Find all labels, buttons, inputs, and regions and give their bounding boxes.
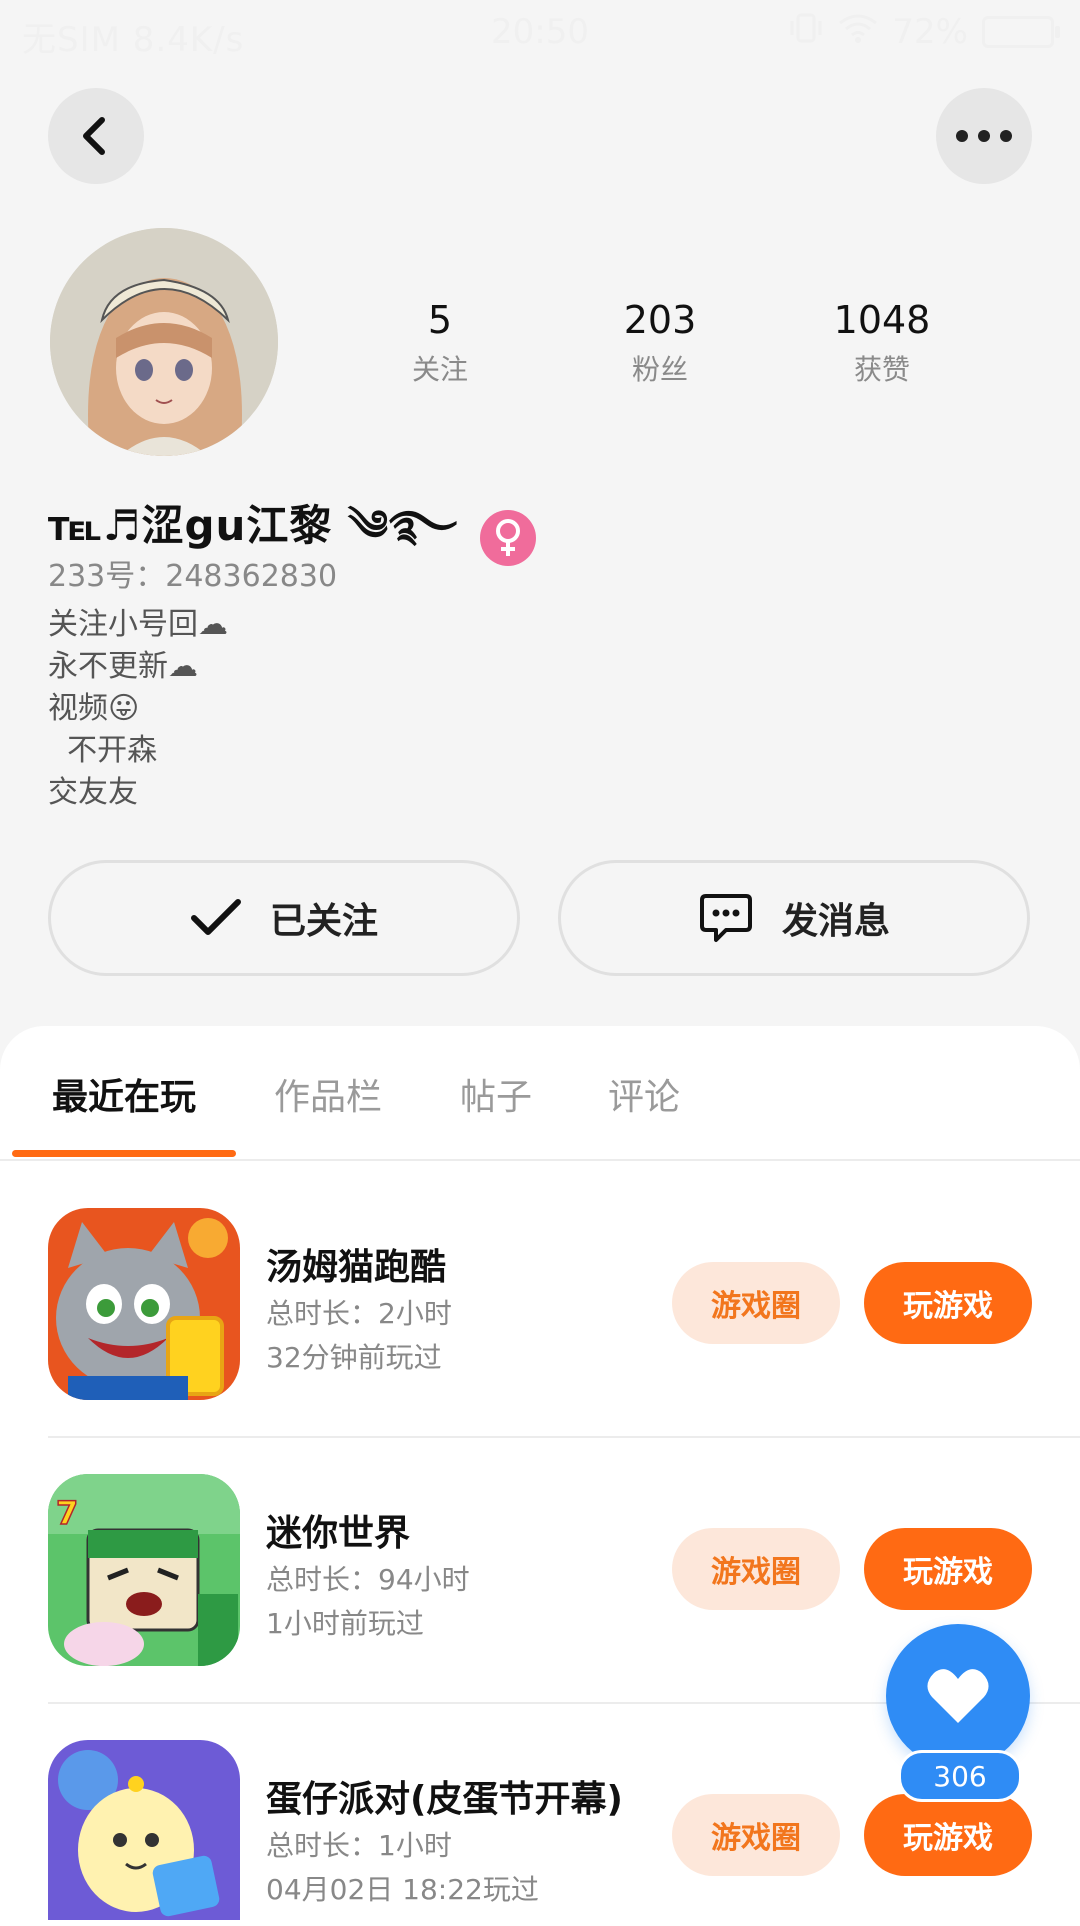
- bio: 关注小号回☁ 永不更新☁ 视频😛 不开森 交友友: [48, 604, 228, 814]
- mini-world-icon[interactable]: 7: [48, 1474, 240, 1666]
- active-tab-indicator: [12, 1150, 236, 1157]
- tab-divider: [0, 1159, 1080, 1161]
- battery-icon: [982, 16, 1060, 48]
- status-icons: 72%: [788, 12, 1060, 52]
- bio-line: 视频😛: [48, 691, 140, 726]
- tab-works[interactable]: 作品栏: [274, 1068, 382, 1120]
- bio-line: 交友友: [48, 775, 138, 810]
- play-game-button[interactable]: 玩游戏: [864, 1528, 1032, 1610]
- game-title[interactable]: 蛋仔派对(皮蛋节开幕): [266, 1770, 623, 1822]
- stat-number: 1048: [833, 298, 931, 342]
- stat-number: 5: [427, 298, 453, 342]
- game-title[interactable]: 迷你世界: [266, 1504, 410, 1556]
- tab-comments[interactable]: 评论: [608, 1068, 680, 1120]
- more-dots-icon: [956, 130, 1012, 142]
- more-button[interactable]: [936, 88, 1032, 184]
- favorite-button[interactable]: [886, 1624, 1030, 1768]
- play-game-button[interactable]: 玩游戏: [864, 1262, 1032, 1344]
- battery-percent: 72%: [892, 12, 968, 52]
- tab-recently-played[interactable]: 最近在玩: [52, 1068, 196, 1120]
- bio-line: 永不更新☁: [48, 649, 198, 684]
- game-last-played: 32分钟前玩过: [266, 1341, 442, 1374]
- game-title[interactable]: 汤姆猫跑酷: [266, 1238, 446, 1290]
- tab-posts[interactable]: 帖子: [460, 1068, 532, 1120]
- back-arrow-icon: [83, 117, 105, 155]
- game-circle-button[interactable]: 游戏圈: [672, 1794, 840, 1876]
- back-button[interactable]: [48, 88, 144, 184]
- status-bar: 无SIM 8.4K/s 20:50 72%: [0, 0, 1080, 64]
- female-gender-icon: [480, 509, 537, 566]
- followed-label: 已关注: [269, 901, 378, 942]
- stat-number: 203: [623, 298, 697, 342]
- stat-following[interactable]: 5 关注: [350, 298, 530, 388]
- svg-text:7: 7: [56, 1494, 78, 1532]
- favorite-count: 306: [898, 1750, 1022, 1802]
- heart-icon: [927, 1669, 989, 1723]
- vibrate-icon: [788, 12, 824, 52]
- game-circle-button[interactable]: 游戏圈: [672, 1262, 840, 1344]
- eggy-party-icon[interactable]: [48, 1740, 240, 1920]
- avatar[interactable]: [50, 228, 278, 456]
- game-circle-button[interactable]: 游戏圈: [672, 1528, 840, 1610]
- play-game-button[interactable]: 玩游戏: [864, 1794, 1032, 1876]
- row-divider: [48, 1436, 1080, 1438]
- game-duration: 总时长：94小时: [266, 1563, 470, 1596]
- bio-line: 关注小号回☁: [48, 607, 228, 642]
- checkmark-icon: [190, 899, 241, 935]
- talking-tom-icon[interactable]: [48, 1208, 240, 1400]
- game-last-played: 1小时前玩过: [266, 1607, 424, 1640]
- game-duration: 总时长：1小时: [266, 1829, 452, 1862]
- stat-followers[interactable]: 203 粉丝: [570, 298, 750, 388]
- user-id: 233号：248362830: [48, 559, 338, 594]
- bio-line: 不开森: [48, 733, 158, 768]
- stat-likes[interactable]: 1048 获赞: [792, 298, 972, 388]
- stat-label: 获赞: [853, 353, 910, 386]
- send-message-button[interactable]: 发消息: [558, 860, 1030, 976]
- message-bubble-icon: [699, 894, 752, 942]
- stat-label: 粉丝: [631, 353, 688, 386]
- wifi-icon: [838, 12, 878, 52]
- game-duration: 总时长：2小时: [266, 1297, 452, 1330]
- game-last-played: 04月02日 18:22玩过: [266, 1873, 539, 1906]
- send-message-label: 发消息: [781, 901, 890, 942]
- followed-button[interactable]: 已关注: [48, 860, 520, 976]
- stat-label: 关注: [411, 353, 468, 386]
